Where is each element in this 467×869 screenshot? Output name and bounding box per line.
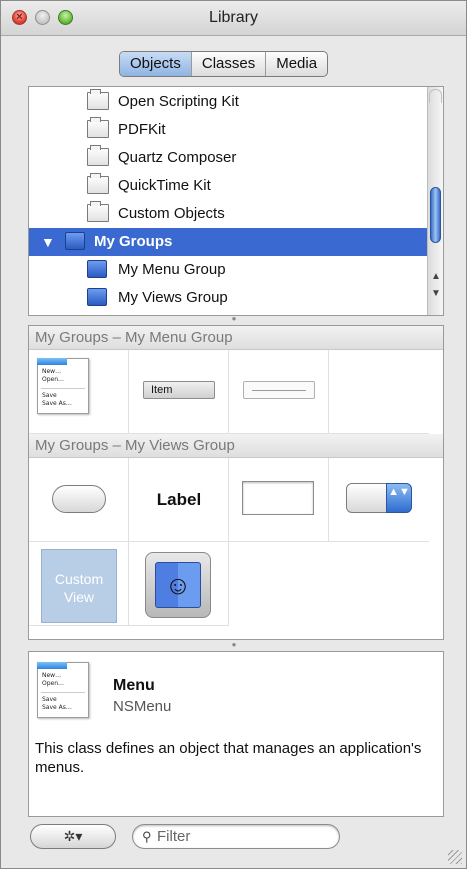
finder-face-icon: ☺ [155, 562, 201, 608]
popup-arrows-icon: ▲▼ [386, 483, 412, 513]
splitter-handle-icon[interactable]: ● [229, 315, 239, 323]
outline-item-label: QuickTime Kit [118, 177, 211, 194]
disclosure-triangle-icon[interactable]: ▼ [41, 228, 55, 256]
object-finder-icon-cell[interactable]: ☺ [129, 542, 229, 626]
object-separator-item-cell[interactable] [229, 350, 329, 434]
object-title: Menu [113, 677, 155, 694]
scroll-up-arrow-icon[interactable]: ▲ [431, 271, 441, 283]
filter-field[interactable]: ⚲ [132, 824, 340, 849]
group-icon [87, 288, 107, 306]
outline-item-label: My Groups [94, 233, 173, 250]
scrollbar-track-cap [429, 89, 442, 103]
outline-item-open-scripting-kit[interactable]: Open Scripting Kit [29, 88, 427, 116]
objects-grid: My Groups – My Menu Group New… Open… Sav… [28, 325, 444, 640]
outline-item-label: My Menu Group [118, 261, 226, 278]
search-icon: ⚲ [142, 829, 152, 844]
rounded-button-thumbnail [52, 485, 106, 513]
tab-objects[interactable]: Objects [120, 52, 192, 76]
object-info-panel: New… Open… Save Save As… Menu NSMenu Thi… [28, 651, 444, 817]
menu-title-bar [37, 662, 67, 669]
menu-separator [41, 692, 85, 693]
folder-icon [87, 145, 109, 166]
outline-item-my-menu-group[interactable]: My Menu Group [29, 256, 427, 284]
object-popup-button-cell[interactable]: ▲▼ [329, 458, 429, 542]
menu-line: Save [42, 696, 57, 703]
outline-item-quartz-composer[interactable]: Quartz Composer [29, 144, 427, 172]
outline-item-label: PDFKit [118, 121, 166, 138]
action-menu-button[interactable]: ✲▾ [30, 824, 116, 849]
outline-item-quicktime-kit[interactable]: QuickTime Kit [29, 172, 427, 200]
filter-input[interactable] [157, 827, 327, 846]
gear-icon: ✲▾ [63, 828, 83, 844]
outline-item-pdfkit[interactable]: PDFKit [29, 116, 427, 144]
object-menu-cell[interactable]: New… Open… Save Save As… [29, 350, 129, 434]
text-field-thumbnail [242, 481, 314, 515]
menu-line: Save As… [42, 400, 72, 407]
label-thumbnail: Label [156, 490, 202, 509]
library-outline: Open Scripting Kit PDFKit Quartz Compose… [28, 86, 444, 316]
outline-item-custom-objects[interactable]: Custom Objects [29, 200, 427, 228]
folder-icon [87, 201, 109, 222]
folder-icon [87, 89, 109, 110]
library-tabs: Objects Classes Media [119, 51, 329, 77]
outline-item-label: Custom Objects [118, 205, 225, 222]
outline-item-label: Quartz Composer [118, 149, 237, 166]
menu-line: Open… [42, 376, 65, 383]
folder-icon [87, 173, 109, 194]
menu-thumbnail-icon: New… Open… Save Save As… [37, 358, 89, 414]
tab-classes[interactable]: Classes [192, 52, 267, 76]
object-empty-cell [329, 350, 429, 434]
splitter-handle-icon[interactable]: ● [229, 641, 239, 649]
menu-item-thumbnail: Item [143, 381, 215, 399]
custom-view-thumbnail: Custom View [41, 549, 117, 623]
scroll-down-arrow-icon[interactable]: ▼ [431, 288, 441, 300]
scrollbar-thumb[interactable] [430, 187, 441, 243]
outline-item-my-groups[interactable]: ▼ My Groups [29, 228, 427, 256]
menu-line: Open… [42, 680, 65, 687]
menu-line: New… [42, 368, 62, 375]
group-header: My Groups – My Menu Group [29, 326, 443, 350]
library-window: × Library Objects Classes Media Open Scr… [0, 0, 467, 869]
object-menu-item-cell[interactable]: Item [129, 350, 229, 434]
menu-line: Save [42, 392, 57, 399]
menu-thumbnail-icon: New… Open… Save Save As… [37, 662, 89, 718]
popup-button-thumbnail: ▲▼ [346, 483, 412, 513]
outline-item-my-views-group[interactable]: My Views Group [29, 284, 427, 312]
title-bar[interactable]: × Library [1, 1, 466, 36]
finder-icon: ☺ [145, 552, 211, 618]
outline-item-label: My Views Group [118, 289, 228, 306]
object-rounded-button-cell[interactable] [29, 458, 129, 542]
resize-grip-icon[interactable] [448, 850, 462, 864]
object-class-name: NSMenu [113, 698, 172, 715]
outline-scrollbar[interactable]: ▲ ▼ [427, 87, 443, 315]
tab-media[interactable]: Media [266, 52, 327, 76]
menu-title-bar [37, 358, 67, 365]
folder-icon [87, 117, 109, 138]
window-title: Library [209, 9, 258, 26]
group-header: My Groups – My Views Group [29, 434, 443, 458]
object-custom-view-cell[interactable]: Custom View [29, 542, 129, 626]
menu-line: New… [42, 672, 62, 679]
object-text-field-cell[interactable] [229, 458, 329, 542]
group-icon [65, 232, 85, 250]
group-icon [87, 260, 107, 278]
separator-item-thumbnail [243, 381, 315, 399]
menu-line: Save As… [42, 704, 72, 711]
outline-item-label: Open Scripting Kit [118, 93, 239, 110]
object-description: This class defines an object that manage… [35, 740, 422, 776]
object-label-cell[interactable]: Label [129, 458, 229, 542]
menu-separator [41, 388, 85, 389]
